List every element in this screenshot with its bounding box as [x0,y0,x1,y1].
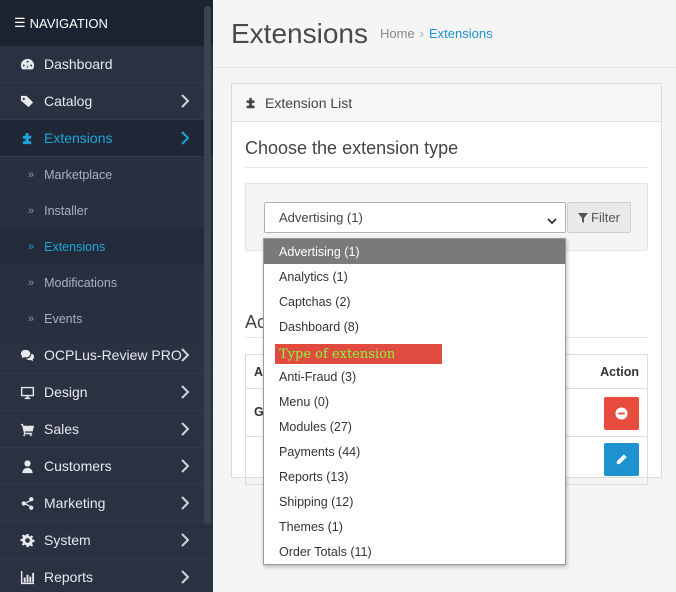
sidebar-subitem-events[interactable]: » Events [0,301,213,337]
sidebar-item-label: Marketing [44,495,106,511]
uninstall-button[interactable] [604,397,639,430]
breadcrumb-current-link[interactable]: Extensions [429,26,493,41]
bar-chart-icon [18,570,36,585]
sidebar: ☰ NAVIGATION Dashboard Catalog Extension… [0,0,213,592]
comments-icon [18,348,36,363]
pencil-icon [616,454,627,465]
dropdown-option-order-totals[interactable]: Order Totals (11) [264,539,565,564]
sidebar-subitem-marketplace[interactable]: » Marketplace [0,157,213,193]
sidebar-item-catalog[interactable]: Catalog [0,83,213,120]
extension-type-dropdown: Advertising (1) Analytics (1) Captchas (… [263,238,566,565]
edit-button[interactable] [604,443,639,476]
sidebar-item-label: Extensions [44,130,113,146]
dropdown-option-reports[interactable]: Reports (13) [264,464,565,489]
sidebar-item-label: Reports [44,569,94,585]
dropdown-option-shipping[interactable]: Shipping (12) [264,489,565,514]
sidebar-subitem-label: Events [44,312,83,326]
sidebar-subitem-label: Marketplace [44,168,113,182]
dropdown-option-modules[interactable]: Modules (27) [264,414,565,439]
section-title: Choose the extension type [245,122,648,168]
sidebar-item-marketing[interactable]: Marketing [0,485,213,522]
sidebar-item-label: Catalog [44,93,93,109]
sidebar-item-design[interactable]: Design [0,374,213,411]
puzzle-icon [18,131,36,146]
breadcrumb-home-link[interactable]: Home [380,26,415,41]
sidebar-item-extensions[interactable]: Extensions [0,120,213,157]
chevron-right-icon [181,533,190,547]
puzzle-icon [246,97,255,108]
dashboard-icon [18,57,36,72]
chevron-right-icon [181,422,190,436]
chevron-down-icon [547,213,557,225]
double-chevron-icon: » [28,277,35,289]
gear-icon [18,533,36,548]
sidebar-item-ocplus-review[interactable]: OCPLus-Review PRO [0,337,213,374]
minus-circle-icon [615,407,628,420]
sidebar-subitem-label: Extensions [44,240,106,254]
dropdown-option-advertising[interactable]: Advertising (1) [264,239,565,264]
hamburger-icon: ☰ [14,15,26,30]
breadcrumb: Home › Extensions [380,26,493,41]
filter-button-label: Filter [591,210,620,225]
monitor-icon [18,385,36,400]
chevron-right-icon [181,348,190,362]
chevron-right-icon [181,385,190,399]
page-header: Extensions Home › Extensions [213,0,676,68]
sidebar-item-label: Design [44,384,88,400]
sidebar-item-label: System [44,532,91,548]
sidebar-item-system[interactable]: System [0,522,213,559]
sidebar-item-customers[interactable]: Customers [0,448,213,485]
double-chevron-icon: » [28,313,35,325]
breadcrumb-separator: › [419,26,424,41]
dropdown-option-captchas[interactable]: Captchas (2) [264,289,565,314]
cart-icon [18,422,36,437]
panel-title: Extension List [265,94,353,111]
sidebar-item-dashboard[interactable]: Dashboard [0,46,213,83]
sidebar-scrollbar[interactable] [204,6,211,524]
annotation-label: Type of extension [275,344,442,364]
sidebar-item-label: Customers [44,458,112,474]
dropdown-option-analytics[interactable]: Analytics (1) [264,264,565,289]
navigation-title: NAVIGATION [29,15,108,31]
sidebar-item-label: OCPLus-Review PRO [44,347,182,363]
double-chevron-icon: » [28,169,35,181]
sidebar-item-reports[interactable]: Reports [0,559,213,592]
double-chevron-icon: » [28,205,35,217]
chevron-right-icon [181,94,190,108]
sidebar-subitem-extensions[interactable]: » Extensions [0,229,213,265]
sidebar-subitem-label: Installer [44,204,88,218]
dropdown-option-dashboard[interactable]: Dashboard (8) [264,314,565,339]
double-chevron-icon: » [28,241,35,253]
dropdown-option-themes[interactable]: Themes (1) [264,514,565,539]
share-icon [18,496,36,511]
sidebar-item-label: Sales [44,421,80,437]
panel-heading: Extension List [232,84,661,122]
chevron-right-icon [181,131,190,145]
filter-button[interactable]: Filter [567,202,631,233]
page-title: Extensions [231,17,368,49]
panel-body: Choose the extension type Advertising (1… [232,122,661,485]
sidebar-subitem-modifications[interactable]: » Modifications [0,265,213,301]
sidebar-item-sales[interactable]: Sales [0,411,213,448]
select-value: Advertising (1) [279,210,363,225]
navigation-header[interactable]: ☰ NAVIGATION [0,0,213,46]
table-header-name: A [254,365,264,379]
chevron-right-icon [181,496,190,510]
chevron-right-icon [181,570,190,584]
table-header-action: Action [600,365,639,379]
extension-type-select[interactable]: Advertising (1) [264,202,566,233]
filter-icon [578,212,589,223]
tags-icon [18,94,36,109]
sidebar-subitem-installer[interactable]: » Installer [0,193,213,229]
dropdown-option-payments[interactable]: Payments (44) [264,439,565,464]
chevron-right-icon [181,459,190,473]
user-icon [18,459,36,474]
sidebar-submenu-extensions: » Marketplace » Installer » Extensions »… [0,157,213,337]
sidebar-item-label: Dashboard [44,56,113,72]
sidebar-subitem-label: Modifications [44,276,118,290]
dropdown-option-menu[interactable]: Menu (0) [264,389,565,414]
dropdown-option-anti-fraud[interactable]: Anti-Fraud (3) [264,364,565,389]
